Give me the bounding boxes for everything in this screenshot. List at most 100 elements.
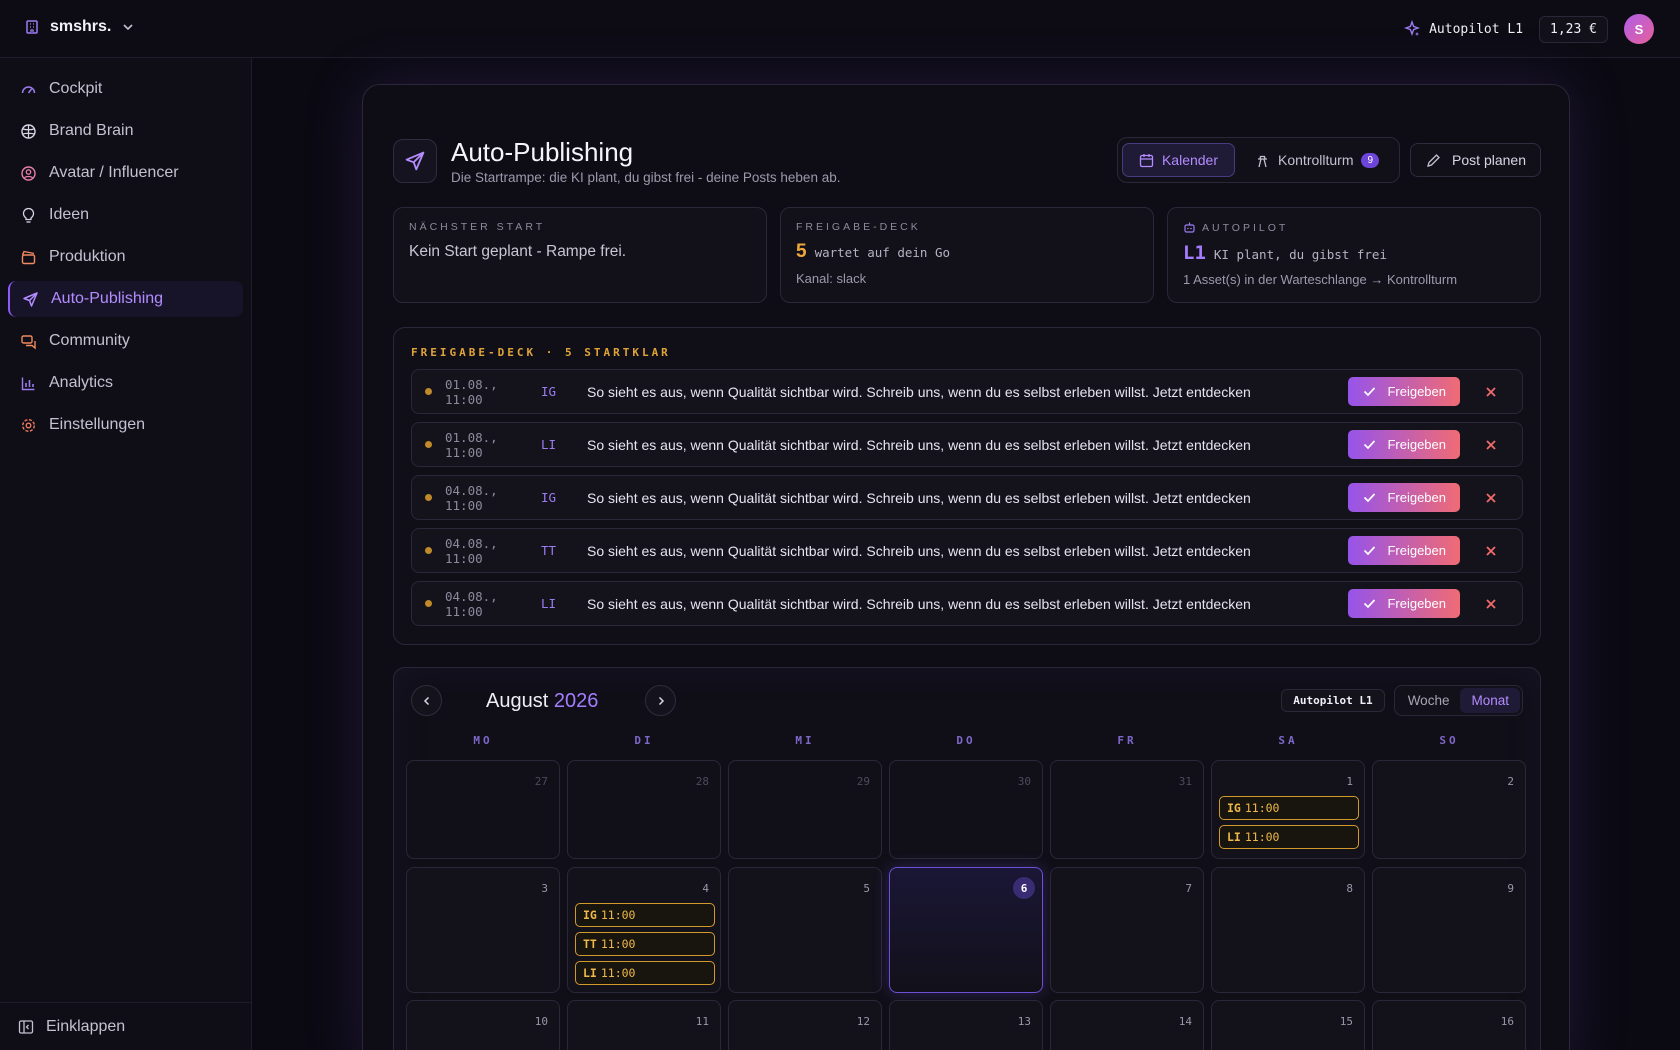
approval-row[interactable]: 01.08., 11:00 LI So sieht es aus, wenn Qua… (411, 422, 1523, 467)
sidebar-item-einstellungen[interactable]: Einstellungen (8, 407, 243, 443)
approval-row[interactable]: 01.08., 11:00 IG So sieht es aus, wenn Qua… (411, 369, 1523, 414)
send-icon (23, 291, 38, 307)
calendar-day[interactable]: 7 (1050, 867, 1204, 993)
page-icon (393, 139, 437, 183)
stat-cards: NÄCHSTER START Kein Start geplant - Ramp… (393, 207, 1541, 303)
pending-dot (425, 441, 432, 448)
sidebar-item-cockpit[interactable]: Cockpit (8, 71, 243, 107)
scheduled-post-chip[interactable]: IG 11:00 (575, 903, 715, 927)
workspace-switcher[interactable]: smshrs. (24, 18, 135, 36)
scheduled-post-chip[interactable]: TT 11:00 (575, 932, 715, 956)
reject-button[interactable] (1482, 595, 1500, 613)
autopilot-status[interactable]: Autopilot L1 (1403, 20, 1523, 38)
day-number: 9 (1507, 882, 1514, 895)
channel-info: Kanal: slack (796, 271, 867, 286)
sidebar-item-label: Einstellungen (49, 416, 146, 433)
collapse-label: Einklappen (46, 1017, 126, 1035)
prev-month-button[interactable] (411, 685, 442, 716)
autopilot-card[interactable]: AUTOPILOT L1 KI plant, du gibst frei 1 A… (1167, 207, 1541, 303)
event-time: 11:00 (600, 966, 636, 980)
approve-button[interactable]: Freigeben (1348, 430, 1460, 459)
sidebar-item-auto-publishing[interactable]: Auto-Publishing (8, 281, 243, 317)
approval-row[interactable]: 04.08., 11:00 TT So sieht es aus, wenn Qua… (411, 528, 1523, 573)
sidebar-item-community[interactable]: Community (8, 323, 243, 359)
autopilot-pill: Autopilot L1 (1281, 689, 1385, 712)
calendar-day[interactable]: 10 (406, 1000, 560, 1050)
check-icon (1364, 546, 1376, 556)
view-week-button[interactable]: Woche (1397, 688, 1461, 713)
calendar-day[interactable]: 3 (406, 867, 560, 993)
day-number: 3 (541, 882, 548, 895)
reject-button[interactable] (1482, 383, 1500, 401)
event-time: 11:00 (1244, 830, 1280, 844)
collapse-sidebar-button[interactable]: Einklappen (0, 1002, 251, 1050)
calendar-day[interactable]: 11 (567, 1000, 721, 1050)
sidebar-item-brand-brain[interactable]: Brand Brain (8, 113, 243, 149)
day-number: 30 (1017, 775, 1031, 788)
tab-kontrollturm[interactable]: Kontrollturm 9 (1239, 144, 1395, 176)
calendar-day[interactable]: 16 (1372, 1000, 1526, 1050)
approve-button[interactable]: Freigeben (1348, 377, 1460, 406)
scheduled-post-chip[interactable]: IG 11:00 (1219, 796, 1359, 820)
view-month-button[interactable]: Monat (1460, 688, 1520, 713)
tab-kalender[interactable]: Kalender (1121, 143, 1236, 177)
sidebar-item-label: Brand Brain (49, 122, 134, 139)
next-month-button[interactable] (645, 685, 676, 716)
sidebar-item-avatar[interactable]: Avatar / Influencer (8, 155, 243, 191)
calendar-day[interactable]: 15 (1211, 1000, 1365, 1050)
calendar-day[interactable]: 5 (728, 867, 882, 993)
sidebar-item-ideen[interactable]: Ideen (8, 197, 243, 233)
calendar-day[interactable]: 14 (1050, 1000, 1204, 1050)
row-channel: IG (541, 384, 557, 399)
calendar-day[interactable]: 27 (406, 760, 560, 859)
calendar-day[interactable]: 2 (1372, 760, 1526, 859)
calendar-day[interactable]: 29 (728, 760, 882, 859)
calendar-day-today[interactable]: 6 (889, 867, 1043, 993)
plan-post-button[interactable]: Post planen (1410, 143, 1541, 177)
event-channel: LI (1227, 830, 1241, 844)
calendar-day[interactable]: 30 (889, 760, 1043, 859)
page-header: Auto-Publishing Die Startrampe: die KI p… (393, 137, 840, 185)
pending-dot (425, 547, 432, 554)
calendar-day[interactable]: 1 IG 11:00 LI 11:00 (1211, 760, 1365, 859)
gear-icon (21, 418, 36, 432)
user-avatar[interactable]: S (1624, 14, 1654, 44)
calendar-day[interactable]: 13 (889, 1000, 1043, 1050)
row-date: 04.08., 11:00 (445, 482, 498, 513)
robot-icon (1184, 222, 1195, 233)
deck-title: FREIGABE-DECK · 5 STARTKLAR (411, 346, 671, 359)
reject-button[interactable] (1482, 489, 1500, 507)
chat-icon (21, 334, 36, 349)
chevron-right-icon (658, 696, 664, 705)
calendar-day[interactable]: 28 (567, 760, 721, 859)
reject-button[interactable] (1482, 436, 1500, 454)
approval-row[interactable]: 04.08., 11:00 IG So sieht es aus, wenn Qua… (411, 475, 1523, 520)
calendar-day[interactable]: 12 (728, 1000, 882, 1050)
card-label-row: AUTOPILOT (1183, 221, 1525, 234)
sidebar-item-analytics[interactable]: Analytics (8, 365, 243, 401)
day-number: 4 (702, 882, 709, 895)
calendar-day[interactable]: 4 IG 11:00 TT 11:00 LI 11:00 (567, 867, 721, 993)
calendar-view-switcher: Woche Monat (1393, 685, 1523, 716)
sidebar-item-produktion[interactable]: Produktion (8, 239, 243, 275)
check-icon (1364, 599, 1376, 609)
approval-deck-card[interactable]: FREIGABE-DECK 5 wartet auf dein Go Kanal… (780, 207, 1154, 303)
weekday-label: SO (1439, 734, 1459, 747)
sidebar-item-label: Auto-Publishing (51, 290, 164, 307)
page-title: Auto-Publishing (451, 137, 634, 167)
approval-row[interactable]: 04.08., 11:00 LI So sieht es aus, wenn Qua… (411, 581, 1523, 626)
auto-publishing-panel: Auto-Publishing Die Startrampe: die KI p… (362, 84, 1570, 1050)
calendar-day[interactable]: 9 (1372, 867, 1526, 993)
reject-button[interactable] (1482, 542, 1500, 560)
calendar-day[interactable]: 8 (1211, 867, 1365, 993)
credit-balance[interactable]: 1,23 € (1539, 15, 1608, 43)
weekday-header: MO DI MI DO FR SA SO (406, 734, 1530, 747)
scheduled-post-chip[interactable]: LI 11:00 (575, 961, 715, 985)
calendar-day[interactable]: 31 (1050, 760, 1204, 859)
day-number: 6 (1013, 877, 1035, 899)
approve-button[interactable]: Freigeben (1348, 536, 1460, 565)
scheduled-post-chip[interactable]: LI 11:00 (1219, 825, 1359, 849)
approve-button[interactable]: Freigeben (1348, 483, 1460, 512)
approve-button[interactable]: Freigeben (1348, 589, 1460, 618)
card-label: AUTOPILOT (1202, 221, 1289, 234)
